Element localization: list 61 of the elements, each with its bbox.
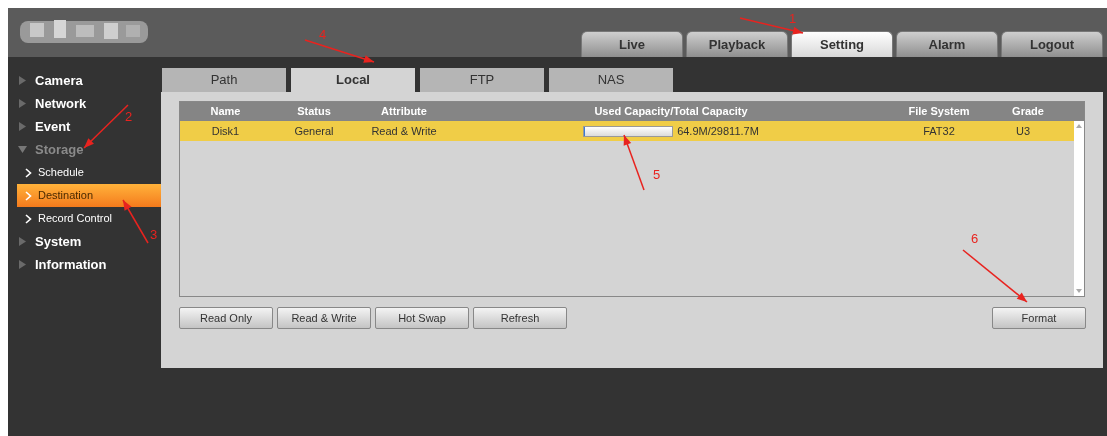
sidebar-subitem-label: Destination	[38, 188, 94, 204]
sub-tab[interactable]: Path	[162, 68, 286, 92]
annotation-number: 6	[971, 232, 979, 245]
sidebar-subitem[interactable]: Schedule	[17, 161, 161, 184]
column-header: File System	[907, 104, 971, 120]
format-button[interactable]: Format	[992, 307, 1086, 329]
annotation-number: 5	[653, 168, 661, 181]
table-cell-text: Read & Write	[370, 123, 438, 139]
scrollbar[interactable]	[1074, 121, 1084, 296]
column-header: Used Capacity/Total Capacity	[593, 104, 749, 120]
annotation-arrow	[122, 199, 149, 244]
table-cell-text: U3	[1014, 123, 1032, 139]
column-header: Attribute	[380, 104, 428, 120]
caret-right-icon	[18, 260, 27, 269]
annotation-number: 3	[150, 228, 158, 241]
annotation-arrow	[304, 39, 375, 63]
top-tab[interactable]: Setting	[791, 31, 893, 57]
chevron-icon	[25, 190, 32, 201]
sub-tab[interactable]: NAS	[549, 68, 673, 92]
chevron-icon	[25, 213, 32, 224]
column-header: Name	[209, 104, 242, 120]
caret-right-icon	[18, 99, 27, 108]
top-tab[interactable]: Live	[581, 31, 683, 57]
chevron-icon	[25, 167, 32, 178]
annotation-arrow	[623, 134, 645, 191]
top-tab[interactable]: Alarm	[896, 31, 998, 57]
sidebar-item[interactable]: Camera	[35, 70, 83, 91]
caret-right-icon	[18, 76, 27, 85]
scroll-down-icon[interactable]	[1076, 289, 1082, 293]
table-cell-text: 64.9M/29811.7M	[677, 123, 759, 139]
table-cell-text: FAT32	[922, 123, 956, 139]
sub-tab[interactable]: Local	[291, 68, 415, 92]
annotation-arrow	[962, 249, 1028, 303]
table-cell-text: Disk1	[210, 123, 241, 139]
top-tab[interactable]: Playback	[686, 31, 788, 57]
column-header: Status	[296, 104, 332, 120]
action-button[interactable]: Refresh	[473, 307, 567, 329]
sidebar-subitem-label: Schedule	[38, 165, 84, 181]
table-row[interactable]: Disk1 General Read & Write 64.9M/29811.7M FAT32 U3	[180, 121, 1074, 141]
sidebar-item[interactable]: Network	[35, 93, 87, 114]
annotation-number: 4	[319, 28, 327, 41]
caret-right-icon	[18, 237, 27, 246]
sidebar-item[interactable]: System	[35, 231, 82, 252]
table-cell-text: General	[293, 123, 335, 139]
scroll-up-icon[interactable]	[1076, 124, 1082, 128]
sidebar-subitem[interactable]: Destination	[17, 184, 161, 207]
action-button[interactable]: Read & Write	[277, 307, 371, 329]
top-tab[interactable]: Logout	[1001, 31, 1103, 57]
sidebar-item[interactable]: Storage	[35, 139, 84, 160]
sidebar-subitem-label: Record Control	[38, 211, 112, 227]
annotation-number: 2	[125, 110, 133, 123]
action-button[interactable]: Read Only	[179, 307, 273, 329]
caret-down-icon	[18, 145, 27, 154]
column-header: Grade	[1011, 104, 1045, 120]
action-button[interactable]: Hot Swap	[375, 307, 469, 329]
caret-right-icon	[18, 122, 27, 131]
annotation-number: 1	[789, 12, 797, 25]
sidebar-subitem[interactable]: Record Control	[17, 207, 161, 230]
sidebar-item[interactable]: Event	[35, 116, 71, 137]
sidebar-item[interactable]: Information	[35, 254, 107, 275]
sub-tab[interactable]: FTP	[420, 68, 544, 92]
